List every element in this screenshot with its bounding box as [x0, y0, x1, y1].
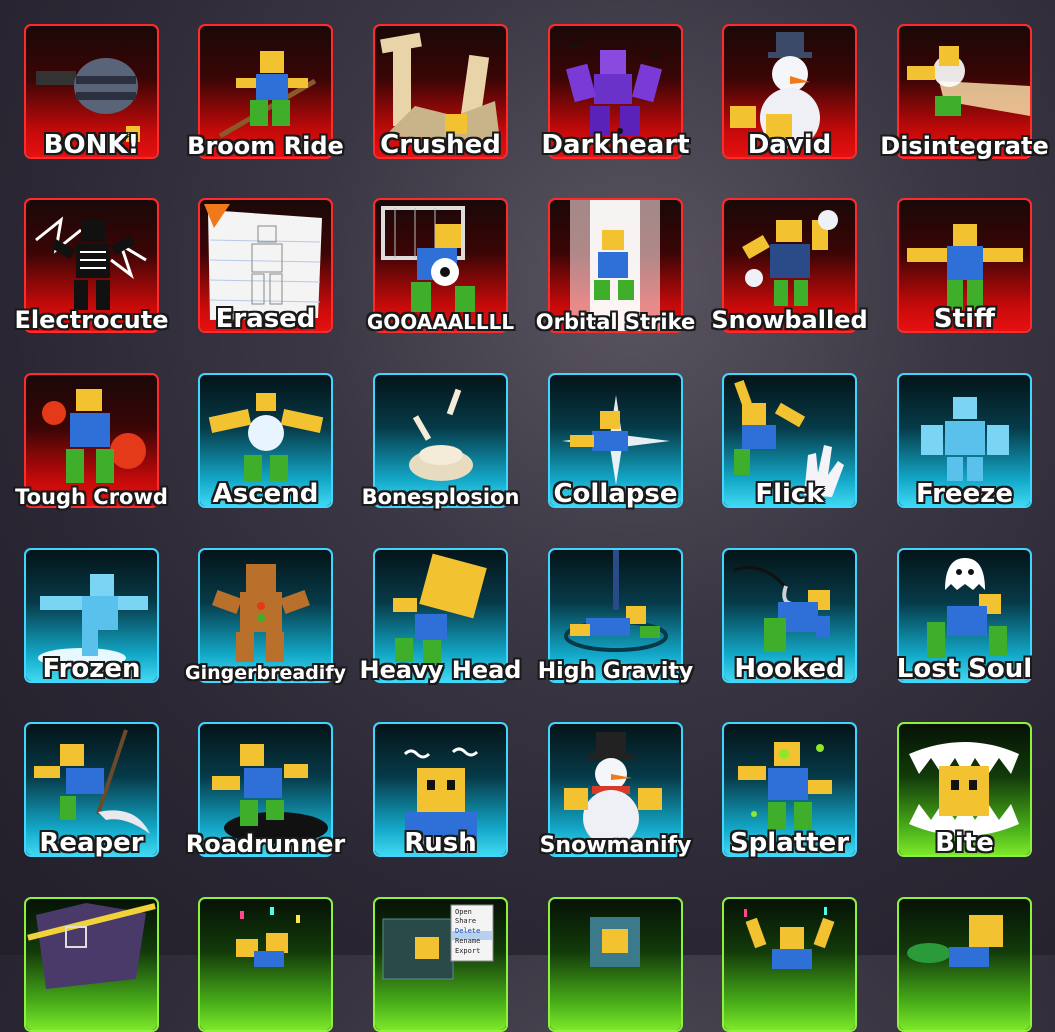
context-menu-share: Share: [455, 917, 476, 925]
teeth-bite-icon: [909, 742, 1019, 836]
gingerbread-icon: [212, 564, 310, 662]
emote-tile-crime-scene[interactable]: [24, 897, 159, 1032]
emote-tile-electrocute[interactable]: Electrocute: [15, 198, 168, 334]
bones-icon: [409, 388, 473, 481]
emote-tile-snowmanify[interactable]: Snowmanify: [540, 722, 691, 858]
ascend-glow-icon: [208, 393, 324, 481]
ghost-icon: [927, 558, 1007, 658]
soccer-goal-icon: [381, 206, 475, 312]
broom-ride-icon: [218, 51, 317, 139]
snowman-hat-icon: [730, 32, 820, 148]
emote-tile-bite[interactable]: Bite: [897, 722, 1032, 858]
hole-icon: [212, 744, 328, 844]
emote-tile-darkheart[interactable]: Darkheart: [541, 24, 690, 160]
emote-tile-lost-soul[interactable]: Lost Soul: [897, 548, 1032, 684]
emote-tile-tough-crowd[interactable]: Tough Crowd: [15, 373, 168, 509]
scythe-icon: [34, 729, 150, 834]
emote-tile-celebrate[interactable]: [722, 897, 857, 1032]
context-menu-open: Open: [455, 908, 472, 916]
emote-tile-snowballed[interactable]: Snowballed: [711, 198, 868, 334]
emote-tile-rush[interactable]: Rush: [373, 722, 508, 858]
emote-tile-roadrunner[interactable]: Roadrunner: [186, 722, 345, 858]
emote-tile-orbital-strike[interactable]: Orbital Strike: [536, 198, 695, 334]
paper-sketch-icon: [204, 204, 322, 320]
emote-tile-hooked[interactable]: Hooked: [722, 548, 857, 684]
emote-grid: BONK! Broom Ride Crushed Darkheart David…: [0, 0, 1055, 1032]
emote-tile-frozen[interactable]: Frozen: [24, 548, 159, 684]
collapse-flash-icon: [562, 395, 670, 485]
leaf-figure-icon: [907, 915, 1003, 967]
emote-tile-goooaal[interactable]: GOOAAALLLL: [367, 198, 514, 334]
celebrate-icon: [744, 907, 835, 969]
emote-tile-reaper[interactable]: Reaper: [24, 722, 159, 858]
emote-tile-bonk[interactable]: BONK!: [24, 24, 159, 160]
snowball-icon: [742, 210, 838, 306]
context-menu-export: Export: [455, 947, 480, 955]
emote-tile-splatter[interactable]: Splatter: [722, 722, 857, 858]
fishing-hook-icon: [733, 566, 830, 652]
flick-hand-icon: [734, 380, 844, 497]
emote-tile-box-figure[interactable]: [548, 897, 683, 1032]
emote-tile-disintegrate[interactable]: Disintegrate: [880, 24, 1049, 160]
emote-tile-confetti[interactable]: [198, 897, 333, 1032]
emote-tile-context-menu[interactable]: Open Share Delete Rename Export: [373, 897, 508, 1032]
splatter-icon: [738, 742, 832, 830]
emote-tile-stiff[interactable]: Stiff: [897, 198, 1032, 334]
box-figure-icon: [590, 917, 640, 967]
rush-head-icon: [403, 747, 479, 838]
big-head-icon: [393, 553, 487, 664]
emote-tile-david[interactable]: David: [722, 24, 857, 160]
emote-tile-gingerbreadify[interactable]: Gingerbreadify: [185, 548, 346, 684]
disintegrate-icon: [907, 46, 1030, 116]
crime-scene-icon: [27, 903, 156, 989]
emote-tile-erased[interactable]: Erased: [198, 198, 333, 334]
emote-tile-flick[interactable]: Flick: [722, 373, 857, 509]
context-menu-icon: Open Share Delete Rename Export: [382, 904, 494, 980]
emote-tile-heavy-head[interactable]: Heavy Head: [360, 548, 521, 684]
emote-tile-broom-ride[interactable]: Broom Ride: [187, 24, 344, 160]
bonk-hammer-icon: [36, 58, 140, 142]
orbital-beam-icon: [570, 200, 660, 331]
emote-tile-crushed[interactable]: Crushed: [373, 24, 508, 160]
emote-tile-ascend[interactable]: Ascend: [198, 373, 333, 509]
emote-tile-leaf-figure[interactable]: [897, 897, 1032, 1032]
confetti-icon: [236, 907, 300, 967]
crushed-icon: [380, 32, 500, 141]
gravity-icon: [564, 550, 668, 652]
skeleton-icon: [35, 216, 147, 310]
frozen-figure-icon: [38, 574, 148, 668]
context-menu-delete: Delete: [455, 927, 480, 935]
snowman-icon: [564, 732, 662, 846]
tpose-icon: [907, 224, 1023, 310]
emote-tile-high-gravity[interactable]: High Gravity: [538, 548, 693, 684]
tomato-icon: [42, 389, 146, 483]
context-menu-rename: Rename: [455, 937, 480, 945]
ice-figure-icon: [921, 397, 1009, 481]
darkheart-icon: [565, 43, 663, 136]
emote-tile-bonesplosion[interactable]: Bonesplosion: [362, 373, 519, 509]
emote-tile-collapse[interactable]: Collapse: [548, 373, 683, 509]
emote-tile-freeze[interactable]: Freeze: [897, 373, 1032, 509]
